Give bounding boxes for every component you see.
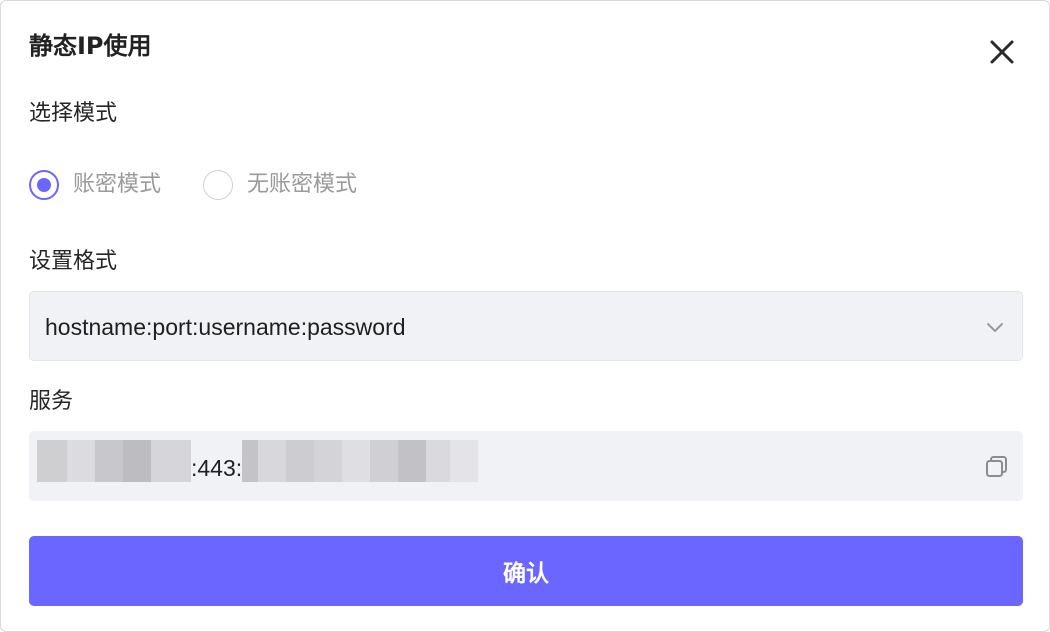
mode-radio-group: 账密模式 无账密模式	[29, 169, 399, 201]
service-label: 服务	[29, 389, 74, 414]
close-icon[interactable]	[985, 35, 1019, 69]
redacted-host	[37, 440, 191, 482]
static-ip-dialog: 静态IP使用 选择模式 账密模式 无账密模式 设置格式 hostname:por…	[0, 0, 1050, 632]
mode-label: 选择模式	[29, 101, 118, 126]
radio-label: 无账密模式	[247, 172, 358, 197]
format-select[interactable]: hostname:port:username:password	[29, 291, 1023, 361]
radio-label: 账密模式	[73, 172, 162, 197]
copy-icon[interactable]	[983, 453, 1011, 481]
redacted-credentials	[242, 440, 479, 482]
service-field: :443:	[29, 431, 1023, 501]
dialog-title: 静态IP使用	[29, 32, 152, 60]
chevron-down-icon	[987, 323, 1003, 332]
service-port: :443:	[191, 455, 243, 481]
format-label: 设置格式	[29, 249, 118, 274]
service-value: :443:	[37, 439, 479, 483]
radio-account-password-mode[interactable]: 账密模式	[29, 170, 161, 200]
radio-button-checked[interactable]	[29, 170, 59, 200]
confirm-button[interactable]: 确认	[29, 536, 1023, 606]
radio-no-password-mode[interactable]: 无账密模式	[203, 170, 357, 200]
format-select-value: hostname:port:username:password	[45, 314, 406, 340]
radio-button-unchecked[interactable]	[203, 170, 234, 200]
